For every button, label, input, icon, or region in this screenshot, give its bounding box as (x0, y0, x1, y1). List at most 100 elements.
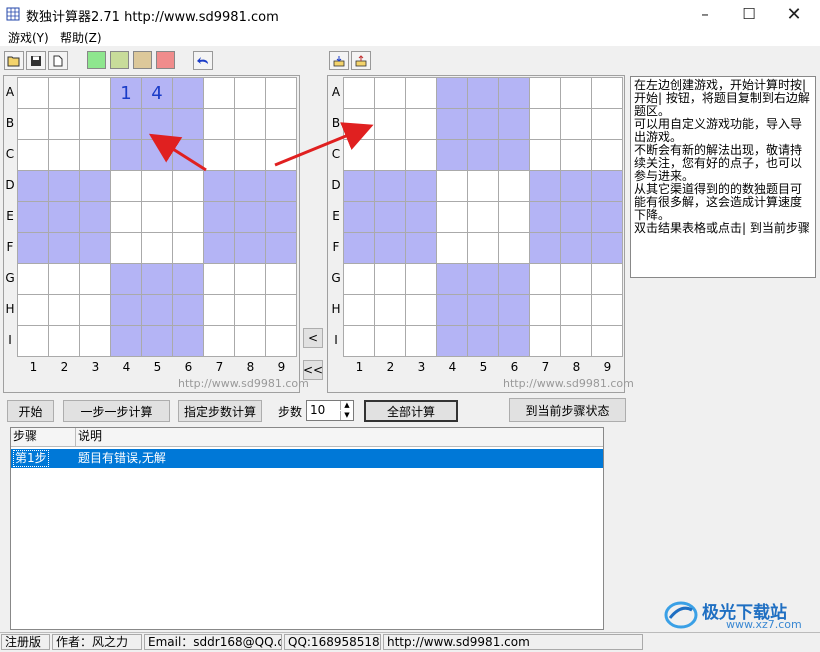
sudoku-cell[interactable] (111, 264, 142, 295)
sudoku-cell[interactable] (49, 140, 80, 171)
sudoku-cell[interactable] (142, 202, 173, 233)
sudoku-cell[interactable] (142, 140, 173, 171)
sudoku-cell[interactable] (375, 140, 406, 171)
sudoku-cell[interactable] (80, 171, 111, 202)
sudoku-cell[interactable] (375, 326, 406, 357)
sudoku-cell[interactable] (204, 109, 235, 140)
col-header-desc[interactable]: 说明 (76, 428, 603, 447)
sudoku-cell[interactable] (344, 264, 375, 295)
sudoku-cell[interactable] (406, 109, 437, 140)
sudoku-cell[interactable] (561, 78, 592, 109)
sudoku-cell[interactable] (468, 264, 499, 295)
sudoku-cell[interactable] (530, 171, 561, 202)
sudoku-cell[interactable] (235, 140, 266, 171)
sudoku-cell[interactable] (111, 109, 142, 140)
sudoku-cell[interactable] (499, 264, 530, 295)
sudoku-cell[interactable] (561, 140, 592, 171)
sudoku-cell[interactable] (530, 140, 561, 171)
sudoku-cell[interactable] (235, 295, 266, 326)
sudoku-cell[interactable] (173, 140, 204, 171)
sudoku-cell[interactable] (468, 202, 499, 233)
sudoku-cell[interactable] (592, 295, 623, 326)
maximize-button[interactable]: ☐ (727, 0, 771, 28)
step-count-calc-button[interactable]: 指定步数计算 (178, 400, 262, 422)
menu-game[interactable]: 游戏(Y) (8, 29, 49, 46)
sudoku-cell[interactable] (80, 109, 111, 140)
input-sudoku-grid[interactable]: 14 (17, 77, 297, 357)
sudoku-cell[interactable] (80, 295, 111, 326)
sudoku-cell[interactable] (111, 171, 142, 202)
sudoku-cell[interactable] (49, 109, 80, 140)
minimize-button[interactable]: – (683, 0, 727, 28)
sudoku-cell[interactable] (80, 326, 111, 357)
sudoku-cell[interactable] (235, 202, 266, 233)
sudoku-cell[interactable] (375, 264, 406, 295)
sudoku-cell[interactable] (111, 326, 142, 357)
sudoku-cell[interactable] (49, 326, 80, 357)
sudoku-cell[interactable] (173, 326, 204, 357)
sudoku-cell[interactable] (561, 171, 592, 202)
sudoku-cell[interactable] (592, 109, 623, 140)
sudoku-cell[interactable] (204, 202, 235, 233)
sudoku-cell[interactable] (49, 233, 80, 264)
sudoku-cell[interactable] (592, 326, 623, 357)
sudoku-cell[interactable] (468, 233, 499, 264)
color-swatch-green[interactable] (87, 51, 106, 69)
sudoku-cell[interactable] (406, 78, 437, 109)
sudoku-cell[interactable] (530, 326, 561, 357)
sudoku-cell[interactable] (80, 233, 111, 264)
sudoku-cell[interactable] (468, 326, 499, 357)
color-swatch-tan[interactable] (133, 51, 152, 69)
sudoku-cell[interactable] (437, 326, 468, 357)
sudoku-cell[interactable] (266, 295, 297, 326)
sudoku-cell[interactable] (468, 78, 499, 109)
sudoku-cell[interactable] (266, 140, 297, 171)
sudoku-cell[interactable] (406, 326, 437, 357)
save-disk-icon[interactable] (26, 51, 46, 70)
sudoku-cell[interactable]: 4 (142, 78, 173, 109)
sudoku-cell[interactable] (592, 233, 623, 264)
sudoku-cell[interactable] (111, 140, 142, 171)
sudoku-cell[interactable] (561, 109, 592, 140)
sudoku-cell[interactable] (406, 264, 437, 295)
sudoku-cell[interactable] (468, 109, 499, 140)
sudoku-cell[interactable] (592, 264, 623, 295)
sudoku-cell[interactable] (437, 264, 468, 295)
sudoku-cell[interactable] (235, 78, 266, 109)
sudoku-cell[interactable] (111, 233, 142, 264)
undo-icon[interactable] (193, 51, 213, 70)
sudoku-cell[interactable] (375, 295, 406, 326)
sudoku-cell[interactable] (80, 202, 111, 233)
sudoku-cell[interactable] (204, 326, 235, 357)
sudoku-cell[interactable] (375, 78, 406, 109)
sudoku-cell[interactable] (344, 78, 375, 109)
sudoku-cell[interactable] (468, 140, 499, 171)
sudoku-cell[interactable] (344, 233, 375, 264)
sudoku-cell[interactable] (204, 78, 235, 109)
sudoku-cell[interactable] (18, 326, 49, 357)
sudoku-cell[interactable] (18, 140, 49, 171)
calc-all-button[interactable]: 全部计算 (364, 400, 458, 422)
sudoku-cell[interactable] (344, 109, 375, 140)
sudoku-cell[interactable] (437, 233, 468, 264)
sudoku-cell[interactable] (266, 326, 297, 357)
sudoku-cell[interactable] (142, 233, 173, 264)
new-document-icon[interactable] (48, 51, 68, 70)
sudoku-cell[interactable] (204, 264, 235, 295)
sudoku-cell[interactable] (561, 264, 592, 295)
sudoku-cell[interactable] (173, 295, 204, 326)
sudoku-cell[interactable] (49, 264, 80, 295)
sudoku-cell[interactable] (437, 109, 468, 140)
import-icon[interactable] (329, 51, 349, 70)
sudoku-cell[interactable] (18, 171, 49, 202)
sudoku-cell[interactable] (266, 171, 297, 202)
menu-help[interactable]: 帮助(Z) (60, 29, 102, 46)
sudoku-cell[interactable] (499, 233, 530, 264)
sudoku-cell[interactable] (406, 233, 437, 264)
spin-down-icon[interactable]: ▼ (340, 411, 353, 420)
table-row[interactable]: 第1步 题目有错误,无解 (11, 449, 603, 468)
sudoku-cell[interactable] (266, 109, 297, 140)
sudoku-cell[interactable] (499, 202, 530, 233)
sudoku-cell[interactable] (142, 295, 173, 326)
sudoku-cell[interactable] (344, 140, 375, 171)
